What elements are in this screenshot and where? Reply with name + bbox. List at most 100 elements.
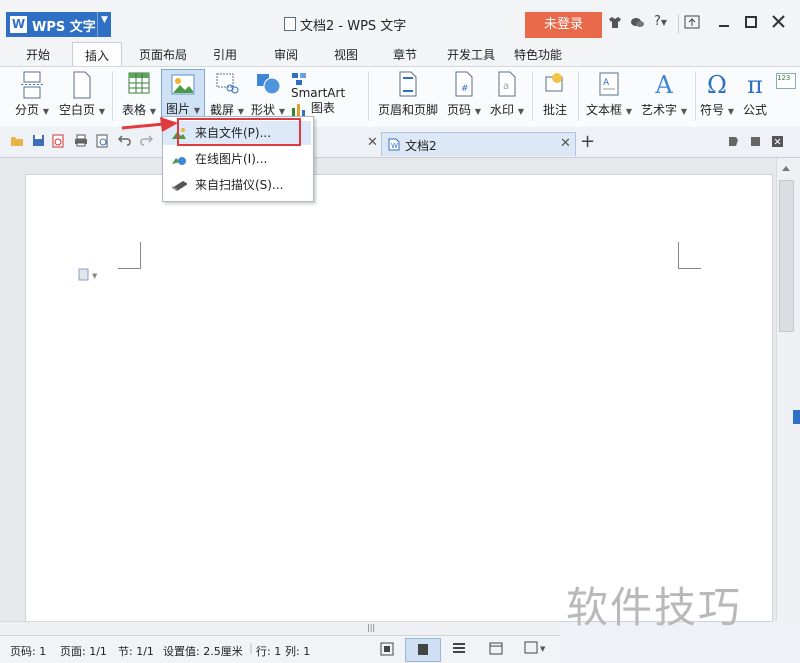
chat-icon[interactable] bbox=[630, 16, 645, 33]
scroll-up-icon[interactable] bbox=[779, 162, 793, 176]
login-button[interactable]: 未登录 bbox=[525, 12, 602, 38]
svg-text:▼: ▼ bbox=[92, 272, 98, 280]
watermark-text: 软件技巧 bbox=[566, 583, 743, 632]
menu-item-label: 来自扫描仪(S)... bbox=[195, 178, 284, 192]
export-pdf-icon[interactable] bbox=[52, 134, 65, 151]
picture-icon bbox=[171, 74, 195, 95]
outline-view-icon[interactable] bbox=[452, 642, 466, 658]
fullscreen-icon[interactable] bbox=[380, 642, 394, 659]
header-footer-button[interactable]: 页眉和页脚 bbox=[375, 71, 441, 118]
status-setting: 设置值: 2.5厘米 bbox=[163, 645, 243, 658]
svg-text:▼: ▼ bbox=[540, 645, 546, 653]
table-icon bbox=[128, 72, 150, 94]
chart-icon bbox=[292, 103, 305, 116]
svg-text:a: a bbox=[503, 81, 509, 92]
pi-icon: π bbox=[747, 71, 763, 99]
tab-references[interactable]: 引用 bbox=[213, 46, 237, 63]
app-name: WPS 文字 bbox=[32, 20, 96, 35]
menu-item-label: 在线图片(I)... bbox=[195, 152, 268, 166]
save-icon[interactable] bbox=[32, 134, 45, 150]
horizontal-scrollbar[interactable] bbox=[0, 621, 560, 636]
status-bar: 页码: 1 页面: 1/1 节: 1/1 设置值: 2.5厘米 | 行: 1 列… bbox=[0, 635, 560, 663]
online-picture-icon bbox=[172, 157, 186, 165]
chart-button[interactable]: 图表 bbox=[291, 99, 351, 116]
window-title: 文档2 - WPS 文字 bbox=[300, 19, 407, 34]
menu-item-from-scanner[interactable]: 来自扫描仪(S)... bbox=[163, 173, 311, 197]
number-icon[interactable]: 123 bbox=[776, 73, 796, 89]
chevron-down-icon: ▼ bbox=[101, 15, 108, 25]
minimize-ribbon-icon[interactable] bbox=[684, 15, 700, 33]
document-tab-label: 文档2 bbox=[405, 139, 437, 153]
page-number-button[interactable]: # 页码 ▼ bbox=[444, 71, 484, 118]
maximize-icon[interactable] bbox=[745, 16, 757, 32]
blank-page-icon bbox=[73, 71, 91, 99]
document-tab[interactable]: W 文档2 ✕ bbox=[381, 132, 576, 156]
document-icon bbox=[284, 17, 296, 31]
pin-icon[interactable] bbox=[728, 136, 739, 150]
open-icon[interactable] bbox=[10, 135, 24, 150]
equation-button[interactable]: π 公式 bbox=[738, 71, 772, 118]
new-tab-icon[interactable]: + bbox=[580, 131, 595, 152]
blank-page-button[interactable]: 空白页 ▼ bbox=[57, 71, 107, 118]
comment-button[interactable]: 批注 bbox=[537, 71, 573, 118]
close-tab-icon[interactable]: ✕ bbox=[560, 136, 571, 151]
status-pages: 页面: 1/1 bbox=[60, 645, 107, 658]
close-icon[interactable] bbox=[772, 15, 785, 32]
tab-features[interactable]: 特色功能 bbox=[514, 46, 562, 63]
paste-options-icon[interactable]: ▼ bbox=[78, 268, 100, 285]
tab-page-layout[interactable]: 页面布局 bbox=[139, 46, 187, 63]
skin-icon[interactable] bbox=[608, 16, 622, 33]
ribbon-tabs: 开始 插入 页面布局 引用 审阅 视图 章节 开发工具 特色功能 bbox=[0, 42, 800, 66]
app-menu-button[interactable]: W WPS 文字 ▼ bbox=[6, 12, 111, 37]
status-page-number: 页码: 1 bbox=[10, 645, 47, 658]
redo-icon[interactable] bbox=[140, 134, 154, 149]
window-mode-icon[interactable] bbox=[750, 136, 761, 150]
wordart-button[interactable]: A 艺术字 ▼ bbox=[638, 71, 690, 118]
vertical-scroll-thumb[interactable] bbox=[779, 180, 794, 332]
scanner-icon bbox=[172, 181, 187, 191]
print-icon[interactable] bbox=[74, 134, 88, 150]
svg-text:A: A bbox=[603, 78, 610, 88]
status-column: 列: 1 bbox=[285, 645, 311, 658]
watermark-button[interactable]: a 水印 ▼ bbox=[487, 71, 527, 118]
minimize-icon[interactable] bbox=[718, 16, 730, 32]
table-button[interactable]: 表格 ▼ bbox=[119, 71, 159, 118]
screenshot-button[interactable]: 截屏 ▼ bbox=[206, 71, 248, 118]
screenshot-icon bbox=[216, 73, 239, 94]
help-icon: ? bbox=[654, 14, 661, 29]
undo-icon[interactable] bbox=[117, 134, 131, 149]
tab-home[interactable]: 开始 bbox=[26, 46, 50, 63]
print-preview-icon[interactable] bbox=[96, 134, 109, 151]
tab-chapter[interactable]: 章节 bbox=[393, 46, 417, 63]
page-break-button[interactable]: 分页 ▼ bbox=[12, 71, 52, 118]
tab-insert[interactable]: 插入 bbox=[72, 42, 123, 66]
page-number-icon: # bbox=[455, 71, 473, 97]
svg-text:#: # bbox=[461, 84, 469, 94]
watermark-icon: a bbox=[498, 71, 516, 97]
page-view-button[interactable] bbox=[405, 638, 441, 662]
web-view-icon[interactable] bbox=[489, 642, 503, 658]
smartart-button[interactable]: SmartArt bbox=[291, 71, 363, 100]
page-view-icon bbox=[418, 644, 428, 655]
textbox-icon: A bbox=[599, 72, 619, 96]
side-panel-toggle-icon[interactable] bbox=[793, 410, 800, 424]
margin-mark-right bbox=[678, 242, 701, 269]
horizontal-scroll-grip[interactable]: ||| bbox=[367, 623, 375, 632]
status-section: 节: 1/1 bbox=[118, 645, 154, 658]
margin-mark-left bbox=[118, 242, 141, 269]
tab-review[interactable]: 审阅 bbox=[274, 46, 298, 63]
menu-item-online-picture[interactable]: 在线图片(I)... bbox=[163, 147, 311, 171]
close-document-icon[interactable] bbox=[772, 136, 783, 150]
tab-view[interactable]: 视图 bbox=[334, 46, 358, 63]
page-break-icon bbox=[21, 71, 43, 99]
reading-mode-icon[interactable]: ▼ bbox=[524, 641, 550, 658]
symbol-button[interactable]: Ω 符号 ▼ bbox=[698, 71, 736, 118]
omega-icon: Ω bbox=[707, 71, 727, 99]
close-icon[interactable]: ✕ bbox=[367, 135, 378, 150]
shapes-button[interactable]: 形状 ▼ bbox=[249, 71, 287, 118]
help-button[interactable]: ?▼ bbox=[654, 14, 667, 29]
status-row: 行: 1 bbox=[256, 645, 282, 658]
textbox-button[interactable]: A 文本框 ▼ bbox=[583, 71, 635, 118]
smartart-icon bbox=[292, 72, 306, 85]
tab-developer[interactable]: 开发工具 bbox=[447, 46, 495, 63]
